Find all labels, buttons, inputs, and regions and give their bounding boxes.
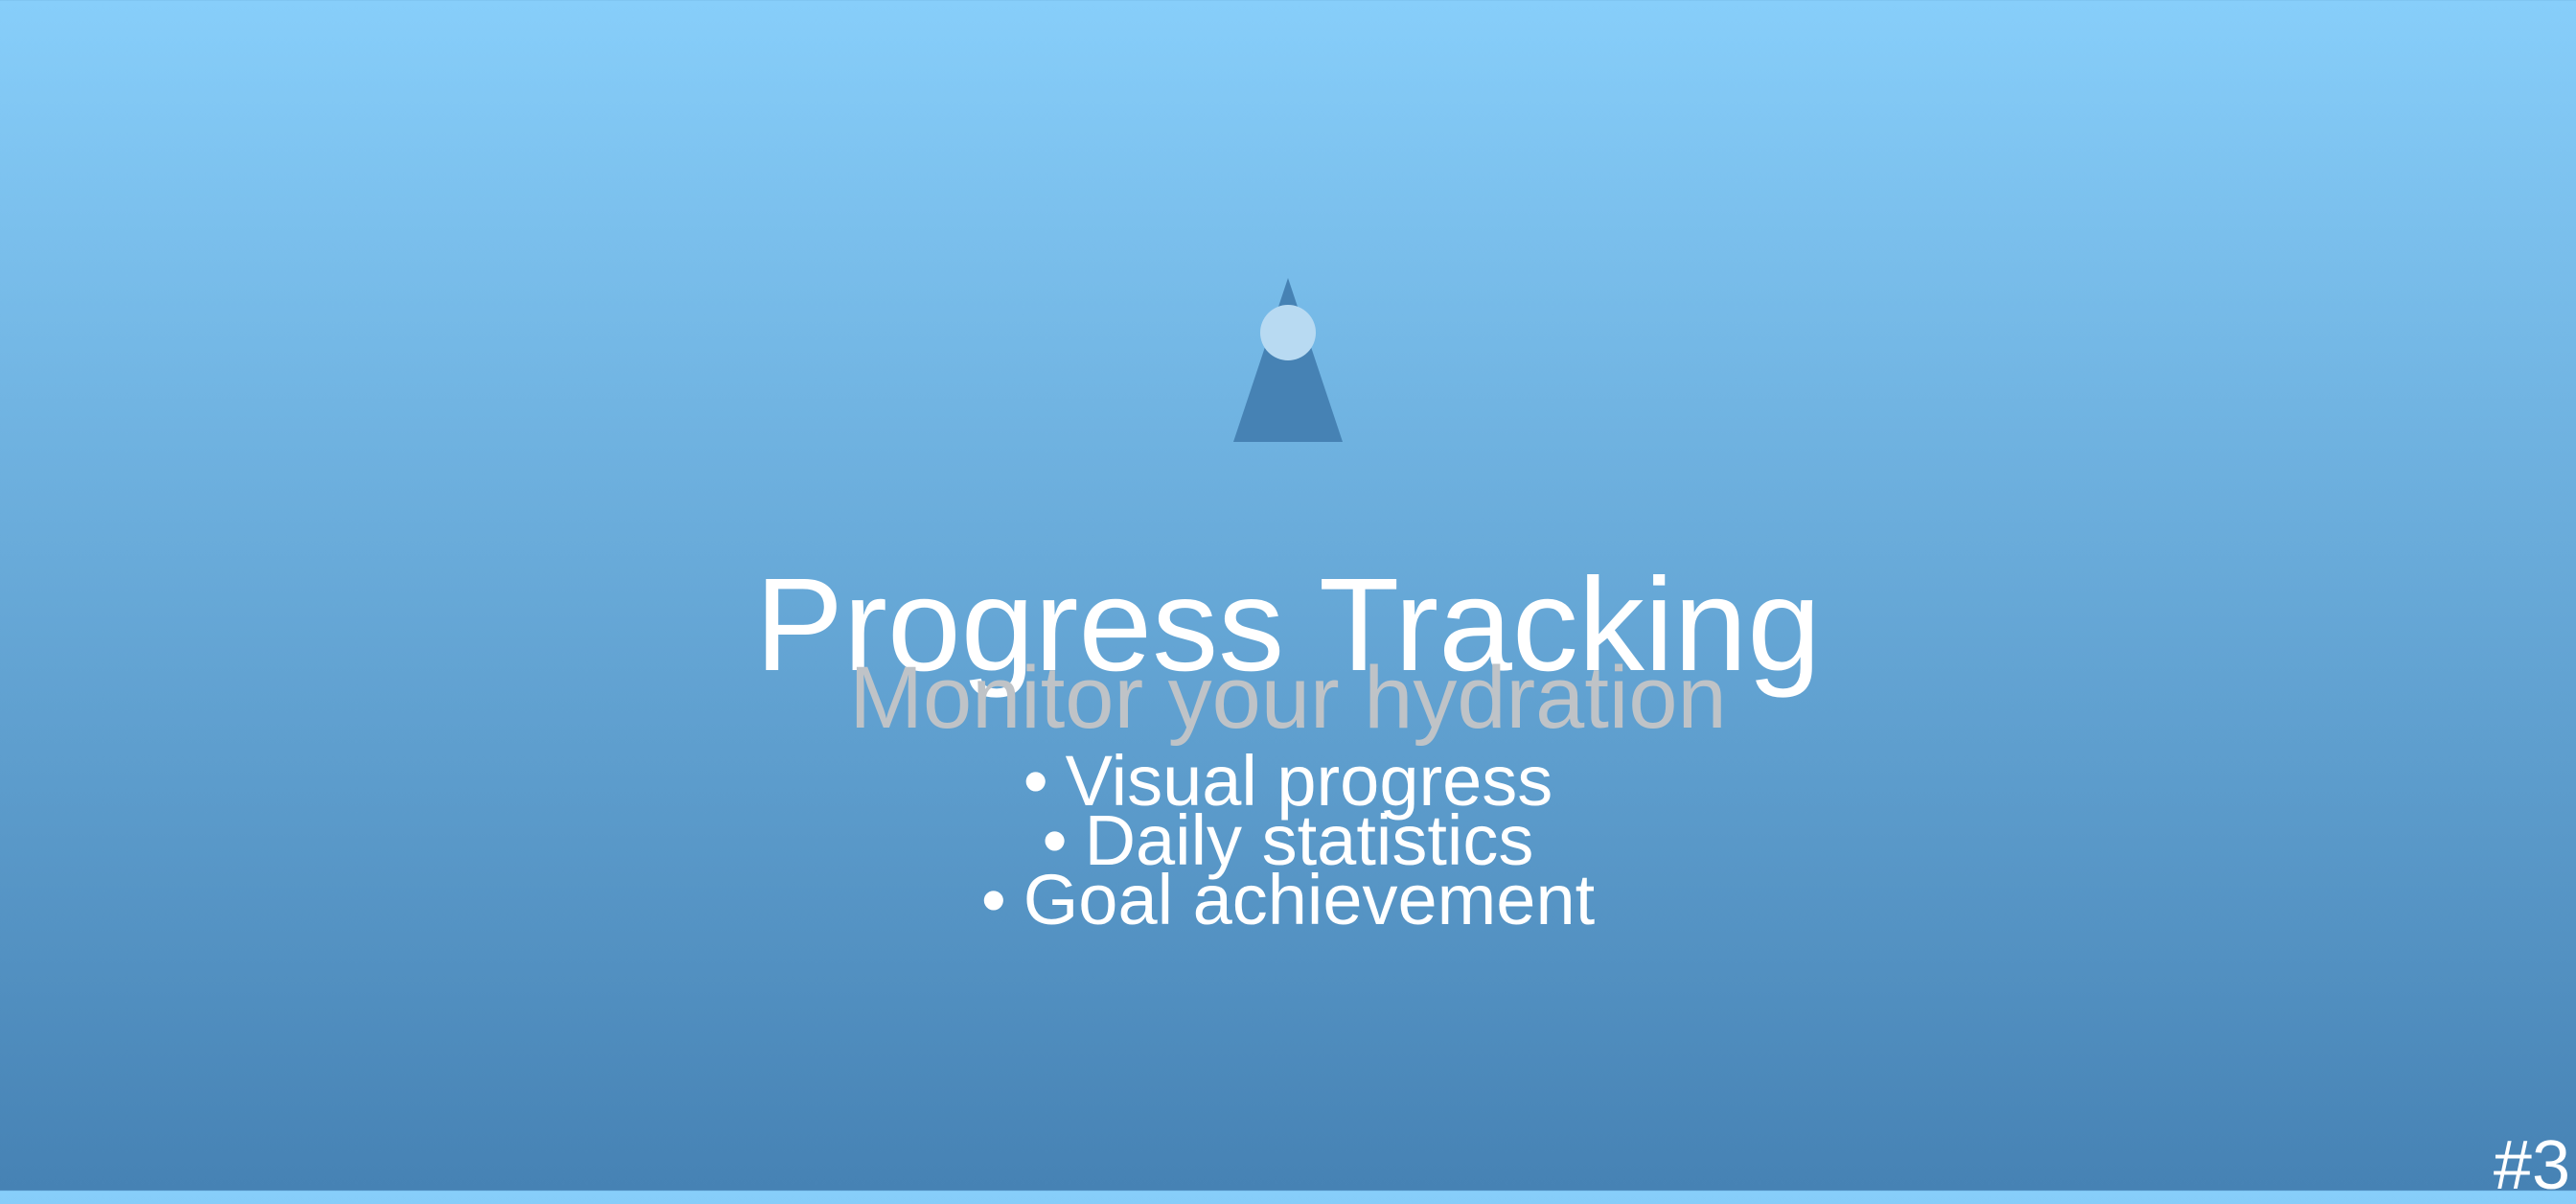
feature-label: Goal achievement xyxy=(1023,860,1596,939)
list-item: • Goal achievement xyxy=(0,865,2576,936)
bullet-marker: • xyxy=(980,860,1006,939)
water-drop-graphic xyxy=(1233,278,1343,442)
slide-number: #3 xyxy=(2493,1127,2570,1204)
water-drop-icon xyxy=(1233,278,1343,442)
slide: Progress Tracking Monitor your hydration… xyxy=(0,0,2576,1200)
feature-list: • Visual progress • Daily statistics • Goal… xyxy=(0,746,2576,936)
slide-subtitle: Monitor your hydration xyxy=(849,649,1727,747)
drop-highlight xyxy=(1260,305,1316,360)
